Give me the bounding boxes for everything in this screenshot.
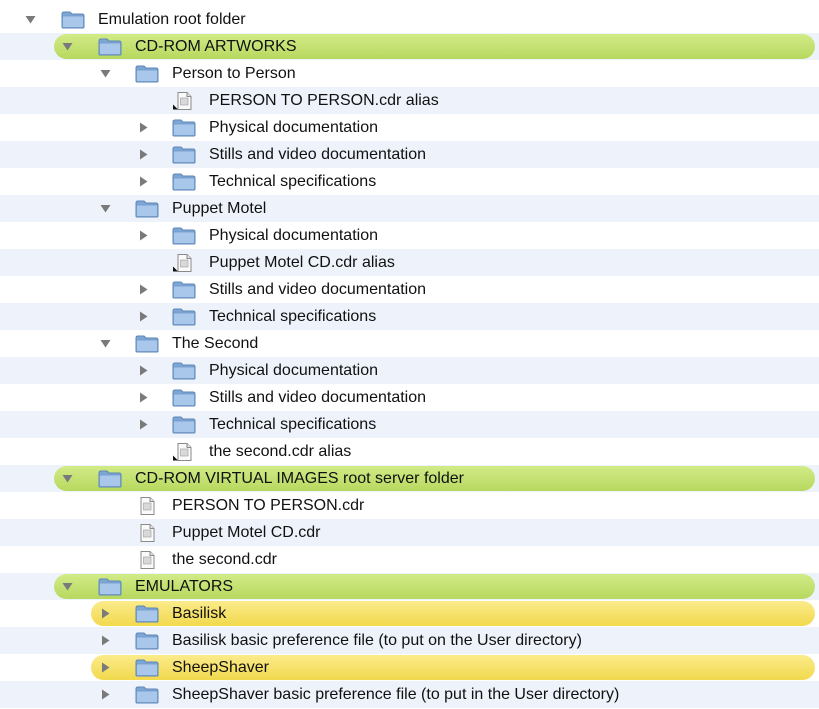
folder-icon xyxy=(172,416,196,434)
file-icon xyxy=(135,524,159,542)
file-row[interactable]: PERSON TO PERSON.cdr alias xyxy=(0,87,819,114)
folder-icon xyxy=(172,146,196,164)
disclosure-triangle-collapsed-icon[interactable] xyxy=(138,122,149,133)
row-label: Physical documentation xyxy=(209,362,378,379)
row-label: SheepShaver basic preference file (to pu… xyxy=(172,686,620,703)
row-label: Technical specifications xyxy=(209,308,377,325)
file-row[interactable]: Puppet Motel CD.cdr xyxy=(0,519,819,546)
folder-icon xyxy=(172,362,196,380)
row-label: Puppet Motel CD.cdr alias xyxy=(209,254,395,271)
disclosure-triangle-collapsed-icon[interactable] xyxy=(138,149,149,160)
folder-icon xyxy=(135,200,159,218)
folder-row[interactable]: Physical documentation xyxy=(0,357,819,384)
disclosure-triangle-collapsed-icon[interactable] xyxy=(138,419,149,430)
row-label: Physical documentation xyxy=(209,227,378,244)
disclosure-triangle-expanded-icon[interactable] xyxy=(100,203,111,214)
disclosure-triangle-collapsed-icon[interactable] xyxy=(138,311,149,322)
file-row[interactable]: the second.cdr alias xyxy=(0,438,819,465)
row-label: the second.cdr alias xyxy=(209,443,352,460)
folder-icon xyxy=(135,632,159,650)
row-label: CD-ROM ARTWORKS xyxy=(135,38,297,55)
file-row[interactable]: PERSON TO PERSON.cdr xyxy=(0,492,819,519)
folder-row[interactable]: Technical specifications xyxy=(0,168,819,195)
folder-row[interactable]: Basilisk xyxy=(0,600,819,627)
row-label: Emulation root folder xyxy=(98,11,246,28)
folder-row[interactable]: Person to Person xyxy=(0,60,819,87)
disclosure-triangle-collapsed-icon[interactable] xyxy=(100,608,111,619)
folder-row[interactable]: Physical documentation xyxy=(0,114,819,141)
file-row[interactable]: the second.cdr xyxy=(0,546,819,573)
row-label: the second.cdr xyxy=(172,551,277,568)
disclosure-triangle-expanded-icon[interactable] xyxy=(100,338,111,349)
folder-row[interactable]: Technical specifications xyxy=(0,303,819,330)
disclosure-triangle-collapsed-icon[interactable] xyxy=(100,689,111,700)
folder-icon xyxy=(98,470,122,488)
folder-icon xyxy=(135,605,159,623)
folder-icon xyxy=(172,119,196,137)
folder-row[interactable]: Physical documentation xyxy=(0,222,819,249)
folder-row[interactable]: SheepShaver basic preference file (to pu… xyxy=(0,681,819,708)
folder-row[interactable]: SheepShaver xyxy=(0,654,819,681)
disclosure-triangle-expanded-icon[interactable] xyxy=(100,68,111,79)
row-label: PERSON TO PERSON.cdr xyxy=(172,497,365,514)
alias-file-icon xyxy=(172,443,196,461)
folder-icon xyxy=(172,281,196,299)
row-label: Basilisk basic preference file (to put o… xyxy=(172,632,582,649)
folder-row[interactable]: EMULATORS xyxy=(0,573,819,600)
folder-row[interactable]: Emulation root folder xyxy=(0,6,819,33)
file-tree: Emulation root folder CD-ROM ARTWORKS Pers… xyxy=(0,0,819,708)
row-label: Puppet Motel xyxy=(172,200,267,217)
file-row[interactable]: Puppet Motel CD.cdr alias xyxy=(0,249,819,276)
folder-icon xyxy=(61,11,85,29)
disclosure-triangle-expanded-icon[interactable] xyxy=(62,41,73,52)
row-label: Stills and video documentation xyxy=(209,389,427,406)
disclosure-triangle-collapsed-icon[interactable] xyxy=(100,662,111,673)
folder-icon xyxy=(135,65,159,83)
folder-row[interactable]: Stills and video documentation xyxy=(0,141,819,168)
file-icon xyxy=(135,497,159,515)
disclosure-triangle-collapsed-icon[interactable] xyxy=(138,365,149,376)
row-label: Stills and video documentation xyxy=(209,281,427,298)
folder-icon xyxy=(135,335,159,353)
alias-file-icon xyxy=(172,254,196,272)
folder-row[interactable]: Stills and video documentation xyxy=(0,276,819,303)
folder-icon xyxy=(135,659,159,677)
row-label: The Second xyxy=(172,335,259,352)
folder-icon xyxy=(98,578,122,596)
folder-row[interactable]: Basilisk basic preference file (to put o… xyxy=(0,627,819,654)
row-label: Technical specifications xyxy=(209,173,377,190)
alias-file-icon xyxy=(172,92,196,110)
row-label: Technical specifications xyxy=(209,416,377,433)
folder-row[interactable]: The Second xyxy=(0,330,819,357)
file-icon xyxy=(135,551,159,569)
row-label: EMULATORS xyxy=(135,578,234,595)
row-label: Physical documentation xyxy=(209,119,378,136)
disclosure-triangle-collapsed-icon[interactable] xyxy=(138,284,149,295)
disclosure-triangle-expanded-icon[interactable] xyxy=(25,14,36,25)
row-label: Person to Person xyxy=(172,65,296,82)
folder-icon xyxy=(172,308,196,326)
disclosure-triangle-expanded-icon[interactable] xyxy=(62,473,73,484)
folder-row[interactable]: CD-ROM ARTWORKS xyxy=(0,33,819,60)
folder-row[interactable]: Stills and video documentation xyxy=(0,384,819,411)
folder-icon xyxy=(172,389,196,407)
disclosure-triangle-expanded-icon[interactable] xyxy=(62,581,73,592)
folder-icon xyxy=(135,686,159,704)
folder-row[interactable]: CD-ROM VIRTUAL IMAGES root server folder xyxy=(0,465,819,492)
folder-icon xyxy=(98,38,122,56)
disclosure-triangle-collapsed-icon[interactable] xyxy=(100,635,111,646)
row-label: SheepShaver xyxy=(172,659,269,676)
row-label: CD-ROM VIRTUAL IMAGES root server folder xyxy=(135,470,464,487)
row-label: Stills and video documentation xyxy=(209,146,427,163)
disclosure-triangle-collapsed-icon[interactable] xyxy=(138,230,149,241)
folder-row[interactable]: Puppet Motel xyxy=(0,195,819,222)
folder-icon xyxy=(172,173,196,191)
folder-icon xyxy=(172,227,196,245)
folder-row[interactable]: Technical specifications xyxy=(0,411,819,438)
disclosure-triangle-collapsed-icon[interactable] xyxy=(138,392,149,403)
row-label: PERSON TO PERSON.cdr alias xyxy=(209,92,439,109)
disclosure-triangle-collapsed-icon[interactable] xyxy=(138,176,149,187)
row-label: Puppet Motel CD.cdr xyxy=(172,524,321,541)
row-label: Basilisk xyxy=(172,605,227,622)
